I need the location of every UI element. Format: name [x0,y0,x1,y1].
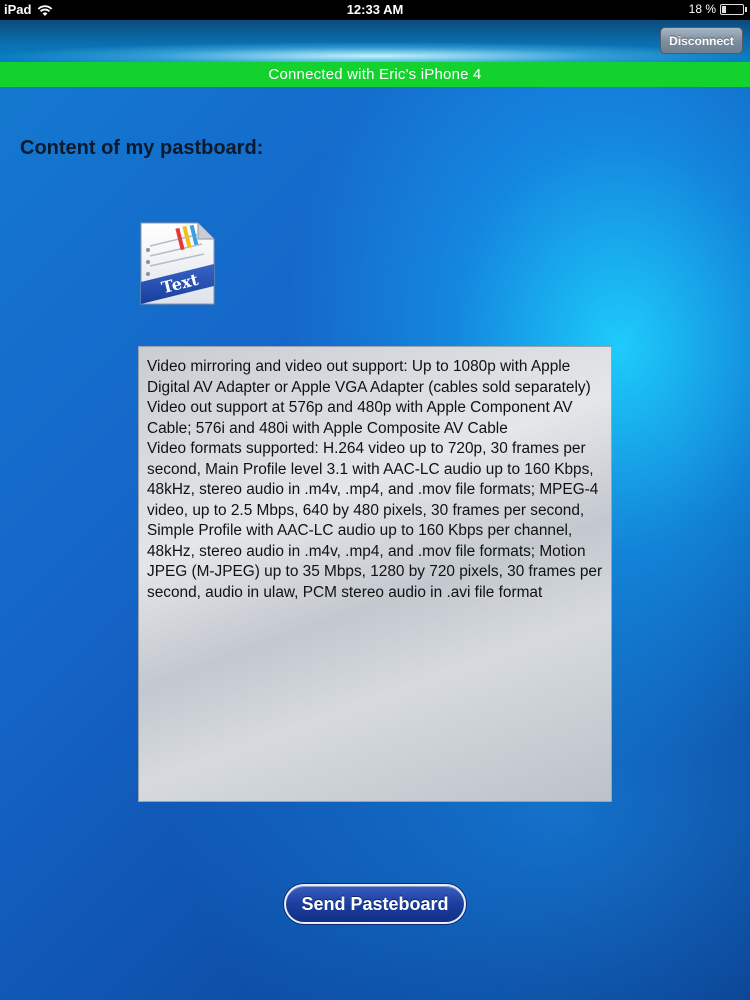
battery-icon [720,3,747,15]
disconnect-button[interactable]: Disconnect [660,27,743,54]
connection-status-banner: Connected with Eric's iPhone 4 [0,62,750,87]
pasteboard-title: Content of my pastboard: [20,137,264,159]
main-content: Content of my pastboard: Text Video mirr… [0,87,750,1000]
status-bar: iPad 12:33 AM 18 % [0,0,750,20]
pasteboard-content-textarea[interactable]: Video mirroring and video out support: U… [138,346,612,802]
battery-percent: 18 % [688,2,716,16]
text-document-icon[interactable]: Text [138,220,216,308]
send-pasteboard-button[interactable]: Send Pasteboard [284,884,466,924]
toolbar: Disconnect [0,20,750,62]
status-right: 18 % [688,2,747,16]
battery-fill [722,5,726,13]
status-time: 12:33 AM [346,2,404,17]
